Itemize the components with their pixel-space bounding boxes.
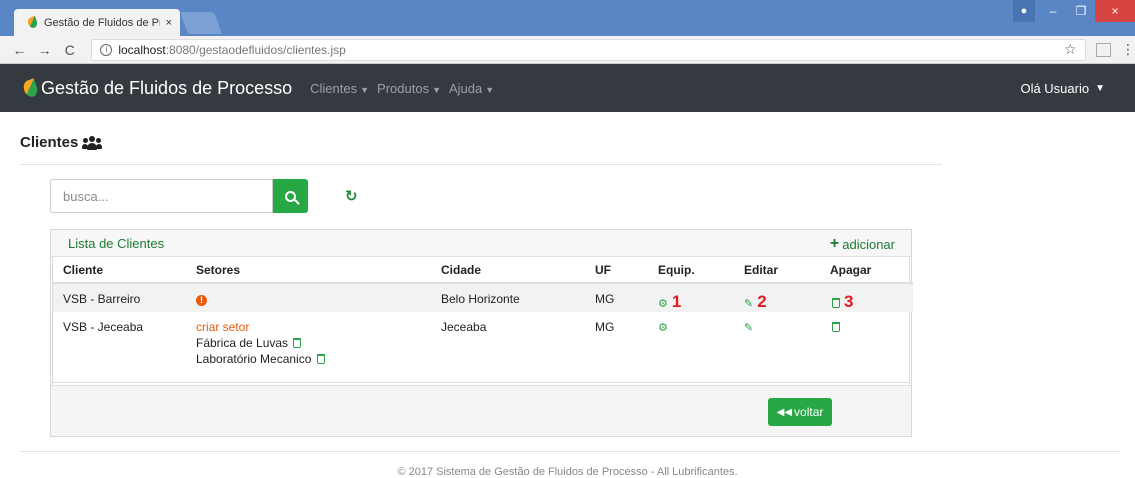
- cell-uf: MG: [585, 283, 648, 312]
- panel-title: Lista de Clientes: [68, 235, 165, 251]
- col-header-cidade: Cidade: [431, 257, 585, 284]
- table-row: VSB - Jeceaba criar setor Fábrica de Luv…: [53, 312, 913, 382]
- users-icon: [82, 135, 103, 150]
- cell-editar: ✎ 2: [734, 283, 820, 312]
- close-window-button[interactable]: ×: [1095, 0, 1135, 22]
- reload-button[interactable]: C: [60, 42, 79, 58]
- divider: [20, 164, 942, 165]
- cell-cidade: Belo Horizonte: [431, 283, 585, 312]
- url-host: localhost: [118, 42, 166, 57]
- table-header-row: Cliente Setores Cidade UF Equip. Editar …: [53, 257, 913, 284]
- bookmark-star-icon[interactable]: ☆: [1064, 41, 1077, 58]
- cell-apagar: 3: [820, 283, 913, 312]
- col-header-editar: Editar: [734, 257, 820, 284]
- site-info-icon[interactable]: i: [100, 43, 113, 56]
- caret-down-icon: ▼: [432, 84, 441, 95]
- trash-icon[interactable]: [832, 322, 840, 332]
- tab-close-icon[interactable]: ×: [166, 17, 172, 29]
- col-header-cliente: Cliente: [53, 257, 186, 284]
- page-title: Clientes: [20, 134, 103, 151]
- browser-tabstrip: Gestão de Fluidos de Pro × ● – ❐ ×: [0, 0, 1135, 36]
- sector-item: Laboratório Mecanico: [196, 352, 431, 366]
- user-menu[interactable]: Olá Usuario ▼: [1020, 64, 1105, 112]
- clients-table: Cliente Setores Cidade UF Equip. Editar …: [53, 257, 913, 382]
- backward-icon: ◀◀: [776, 406, 793, 418]
- url-bar[interactable]: i localhost :8080/gestaodefluidos/client…: [91, 38, 1086, 61]
- favicon-leaf-icon: [26, 15, 39, 30]
- refresh-icon[interactable]: ↻: [345, 187, 358, 205]
- search-button[interactable]: [273, 179, 308, 213]
- marker-1: 1: [671, 292, 682, 311]
- sector-item: Fábrica de Luvas: [196, 336, 431, 350]
- plus-icon: +: [829, 235, 840, 252]
- nav-menu-produtos[interactable]: Produtos ▼: [377, 81, 441, 96]
- browser-tab[interactable]: Gestão de Fluidos de Pro ×: [14, 9, 180, 36]
- create-sector-link[interactable]: criar setor: [196, 320, 431, 334]
- app-navbar: Gestão de Fluidos de Processo Clientes ▼ …: [0, 64, 1135, 112]
- cell-cliente: VSB - Barreiro: [53, 283, 186, 312]
- maximize-button[interactable]: ❐: [1067, 0, 1095, 22]
- trash-icon[interactable]: [293, 338, 302, 348]
- trash-icon[interactable]: [316, 354, 325, 364]
- search-group: [50, 179, 308, 213]
- clients-panel: Lista de Clientes + adicionar Cliente Set…: [50, 229, 913, 437]
- caret-down-icon: ▼: [485, 84, 495, 95]
- table-row: VSB - Barreiro ! Belo Horizonte MG ⚙ 1 ✎ 2…: [53, 283, 913, 312]
- add-client-button[interactable]: + adicionar: [830, 235, 895, 253]
- brand-leaf-icon: [21, 77, 40, 99]
- sector-label: Laboratório Mecanico: [196, 352, 312, 366]
- page-footer: © 2017 Sistema de Gestão de Fluidos de P…: [397, 466, 738, 478]
- caret-down-icon: ▼: [360, 84, 370, 95]
- col-header-setores: Setores: [186, 257, 431, 284]
- cell-equip: ⚙: [648, 312, 734, 382]
- forward-button[interactable]: →: [35, 42, 54, 58]
- browser-menu-icon[interactable]: ⋮: [1121, 41, 1135, 58]
- col-header-equip: Equip.: [648, 257, 734, 284]
- search-input[interactable]: [50, 179, 273, 213]
- brand-title[interactable]: Gestão de Fluidos de Processo: [41, 78, 292, 99]
- clients-table-wrap: Cliente Setores Cidade UF Equip. Editar …: [52, 257, 913, 400]
- caret-down-icon: ▼: [1095, 82, 1105, 94]
- trash-icon[interactable]: [832, 298, 840, 308]
- col-header-apagar: Apagar: [820, 257, 913, 284]
- search-icon: [285, 190, 296, 202]
- cogs-icon[interactable]: ⚙: [658, 298, 668, 310]
- cell-cidade: Jeceaba: [441, 320, 487, 334]
- page-title-text: Clientes: [20, 134, 79, 151]
- exclamation-circle-icon[interactable]: !: [196, 295, 207, 306]
- cell-equip: ⚙ 1: [648, 283, 734, 312]
- extension-icon[interactable]: [1095, 42, 1111, 57]
- edit-icon[interactable]: ✎: [744, 322, 753, 334]
- cell-apagar: [820, 312, 913, 382]
- marker-3: 3: [844, 292, 854, 311]
- cell-uf: MG: [595, 320, 615, 334]
- new-tab-button[interactable]: [179, 12, 223, 34]
- sector-label: Fábrica de Luvas: [196, 336, 289, 350]
- user-greeting: Olá Usuario: [1020, 80, 1090, 96]
- marker-2: 2: [757, 292, 767, 311]
- window-controls: ● – ❐ ×: [1013, 0, 1135, 22]
- cell-cliente: VSB - Jeceaba: [63, 320, 144, 334]
- panel-header: Lista de Clientes + adicionar: [51, 230, 911, 257]
- tab-title: Gestão de Fluidos de Pro: [44, 16, 160, 29]
- cell-setores: !: [186, 283, 431, 312]
- cogs-icon[interactable]: ⚙: [658, 322, 668, 334]
- cell-setores: criar setor Fábrica de Luvas Laboratório…: [186, 312, 431, 382]
- back-button[interactable]: ←: [10, 42, 29, 58]
- cell-editar: ✎: [734, 312, 820, 382]
- col-header-uf: UF: [585, 257, 648, 284]
- divider: [20, 451, 1120, 452]
- nav-menu-clientes[interactable]: Clientes ▼: [310, 81, 369, 96]
- browser-toolbar: ← → C i localhost :8080/gestaodefluidos/…: [0, 36, 1135, 64]
- back-button-voltar[interactable]: ◀◀ voltar: [768, 398, 832, 426]
- edit-icon[interactable]: ✎: [744, 298, 753, 310]
- url-path: :8080/gestaodefluidos/clientes.jsp: [165, 42, 346, 57]
- nav-menu-ajuda[interactable]: Ajuda ▼: [449, 81, 494, 96]
- minimize-button[interactable]: –: [1039, 0, 1067, 22]
- profile-icon[interactable]: ●: [1013, 0, 1035, 22]
- panel-footer: ◀◀ voltar: [51, 385, 911, 436]
